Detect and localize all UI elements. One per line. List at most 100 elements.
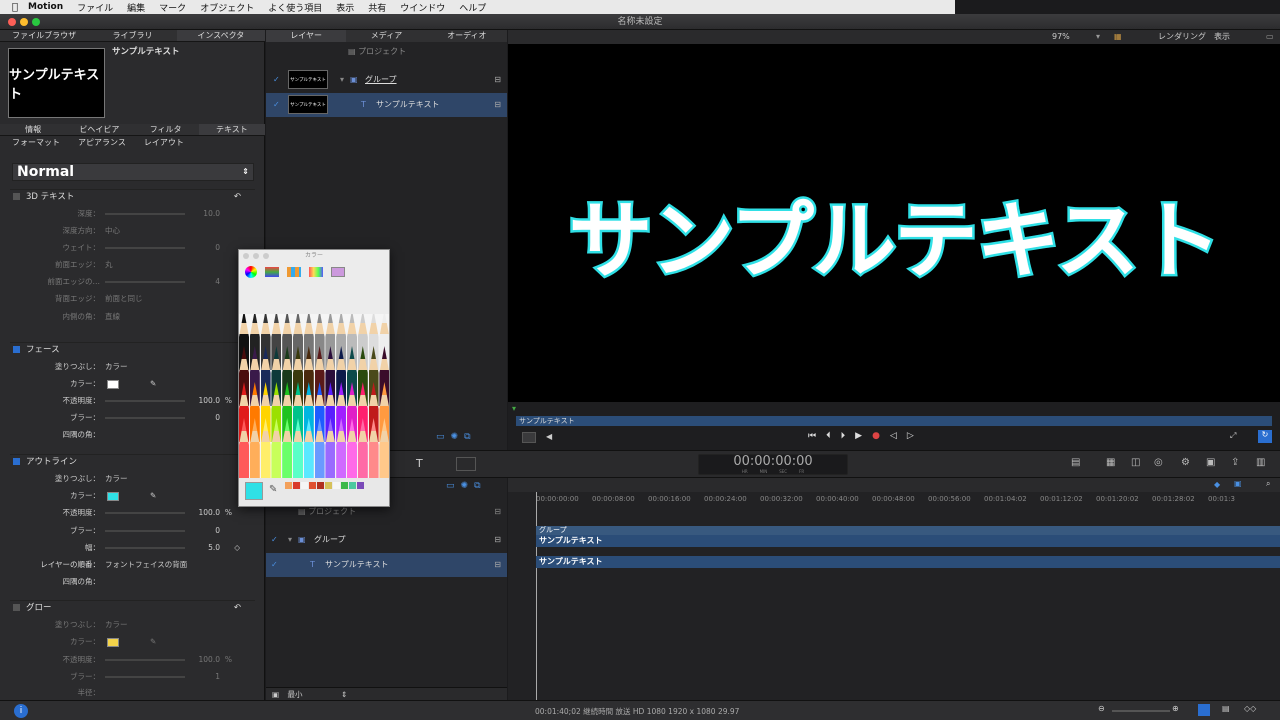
crayon-pencils[interactable] bbox=[239, 314, 389, 478]
lock-icon[interactable]: ⊟ bbox=[494, 68, 501, 92]
face-fill-value[interactable]: カラー bbox=[105, 360, 128, 374]
menu-edit[interactable]: 編集 bbox=[127, 1, 145, 14]
outline-opacity-value[interactable]: 100.0 bbox=[199, 506, 220, 520]
face-color-well[interactable] bbox=[107, 380, 119, 389]
tab-info[interactable]: 情報 bbox=[0, 124, 66, 135]
lock-icon[interactable]: ⊟ bbox=[494, 553, 501, 577]
eyedropper-icon[interactable]: ✎ bbox=[150, 489, 156, 503]
canvas-viewer[interactable]: サンプルテキスト bbox=[508, 44, 1280, 402]
color-palettes-icon[interactable] bbox=[287, 267, 301, 277]
glow-blur-slider[interactable] bbox=[105, 676, 185, 678]
glow-enable-checkbox[interactable] bbox=[13, 604, 20, 611]
info-icon[interactable]: i bbox=[14, 704, 28, 718]
disclosure-triangle-icon[interactable]: ▾ bbox=[288, 528, 292, 552]
keyframe-nav-icon[interactable]: ◆ bbox=[1214, 480, 1220, 489]
go-to-start-icon[interactable]: ⏮ bbox=[808, 431, 816, 441]
timeline-row-text[interactable]: ✓ T サンプルテキスト ⊟ bbox=[266, 553, 507, 577]
canvas-text[interactable]: サンプルテキスト bbox=[508, 174, 1280, 295]
outline-enable-checkbox[interactable] bbox=[13, 458, 20, 465]
filter-icon[interactable]: ✺ bbox=[461, 481, 469, 491]
text-tool-icon[interactable]: T bbox=[416, 457, 423, 470]
app-menu[interactable]: Motion bbox=[28, 2, 63, 12]
view-menu[interactable]: 表示 bbox=[1214, 30, 1230, 44]
section-glow[interactable]: グロー ↶ bbox=[10, 600, 255, 614]
front-edge-size-slider[interactable] bbox=[105, 281, 185, 283]
direction-value[interactable]: 中心 bbox=[105, 224, 120, 238]
share-icon[interactable]: ⇪ bbox=[1231, 457, 1239, 468]
back-edge-value[interactable]: 前面と同じ bbox=[105, 292, 143, 306]
glow-color-well[interactable] bbox=[107, 638, 119, 647]
next-keyframe-icon[interactable]: ▷ bbox=[907, 431, 914, 441]
filter-icon[interactable]: ✺ bbox=[451, 432, 459, 442]
image-palettes-icon[interactable] bbox=[309, 267, 323, 277]
prev-keyframe-icon[interactable]: ◁ bbox=[890, 431, 897, 441]
outline-width-value[interactable]: 5.0 bbox=[208, 541, 220, 555]
replicate-icon[interactable]: ◎ bbox=[1154, 457, 1163, 468]
menu-mark[interactable]: マーク bbox=[159, 1, 186, 14]
project-row[interactable]: ▤ プロジェクト bbox=[266, 44, 507, 60]
menu-file[interactable]: ファイル bbox=[77, 1, 113, 14]
in-point-icon[interactable]: ▾ bbox=[512, 404, 516, 413]
new-group-icon[interactable]: ▭ bbox=[436, 432, 445, 442]
face-blur-slider[interactable] bbox=[105, 417, 185, 419]
subtab-layout[interactable]: レイアウト bbox=[144, 137, 184, 149]
tab-layers[interactable]: レイヤー bbox=[266, 30, 347, 42]
visibility-checkbox[interactable]: ✓ bbox=[273, 93, 280, 117]
prev-frame-icon[interactable]: ⏴ bbox=[826, 431, 831, 441]
tab-file-browser[interactable]: ファイルブラウザ bbox=[0, 30, 88, 41]
weight-slider[interactable] bbox=[105, 247, 185, 249]
record-icon[interactable]: ● bbox=[872, 431, 880, 441]
text-layer-label[interactable]: サンプルテキスト bbox=[376, 93, 440, 117]
tab-filters[interactable]: フィルタ bbox=[133, 124, 199, 135]
color-wheel-icon[interactable] bbox=[245, 266, 257, 278]
face-blur-value[interactable]: 0 bbox=[215, 411, 220, 425]
view-layout-icon[interactable]: ▭ bbox=[1266, 30, 1274, 44]
subtab-format[interactable]: フォーマット bbox=[12, 137, 60, 149]
hud-icon[interactable]: ▥ bbox=[1256, 457, 1265, 468]
zoom-slider[interactable] bbox=[1112, 710, 1170, 712]
timeline-options-icon[interactable]: ▣ bbox=[1234, 479, 1242, 488]
outline-blur-value[interactable]: 0 bbox=[215, 524, 220, 538]
timecode-display[interactable]: 00:00:00:00 HR MIN SEC FR bbox=[698, 454, 848, 475]
tab-behaviors[interactable]: ビヘイビア bbox=[66, 124, 132, 135]
camera-icon[interactable]: ▤ bbox=[1071, 457, 1080, 468]
menu-help[interactable]: ヘルプ bbox=[459, 1, 486, 14]
duplicate-icon[interactable]: ⧉ bbox=[464, 432, 470, 442]
mask-tool-icon[interactable] bbox=[456, 457, 476, 471]
eyedropper-icon[interactable]: ✎ bbox=[150, 635, 156, 649]
playhead[interactable] bbox=[536, 492, 537, 700]
generator-icon[interactable]: ▦ bbox=[1106, 457, 1115, 468]
depth-slider[interactable] bbox=[105, 213, 185, 215]
fullscreen-icon[interactable]: ⤢ bbox=[1230, 431, 1236, 441]
apple-menu-icon[interactable]:  bbox=[12, 2, 18, 13]
time-ruler[interactable]: 00:00:00:00 00:00:08:00 00:00:16:00 00:00:2… bbox=[508, 495, 1280, 507]
visibility-checkbox[interactable]: ✓ bbox=[271, 528, 278, 552]
keyframe-editor-icon[interactable]: ◇◇ bbox=[1244, 704, 1256, 713]
favorite-swatches[interactable] bbox=[285, 482, 364, 489]
volume-icon[interactable]: ◀ bbox=[546, 432, 552, 441]
colors-window[interactable]: カラー ✎ bbox=[238, 249, 390, 507]
tab-inspector[interactable]: インスペクタ bbox=[176, 30, 265, 41]
layer-row-text[interactable]: ✓ サンプルテキスト T サンプルテキスト ⊟ bbox=[266, 93, 507, 117]
menu-favorites[interactable]: よく使う項目 bbox=[268, 1, 322, 14]
glow-opacity-value[interactable]: 100.0 bbox=[199, 653, 220, 667]
reset-icon[interactable]: ↶ bbox=[234, 601, 241, 615]
menu-object[interactable]: オブジェクト bbox=[200, 1, 254, 14]
inner-corner-value[interactable]: 直線 bbox=[105, 310, 120, 324]
close-window-button[interactable] bbox=[243, 253, 249, 259]
menu-window[interactable]: ウインドウ bbox=[400, 1, 445, 14]
loop-playback-icon[interactable]: ↻ bbox=[1258, 430, 1272, 443]
group-label[interactable]: グループ bbox=[365, 68, 397, 92]
tab-text[interactable]: テキスト bbox=[198, 124, 265, 135]
tab-media[interactable]: メディア bbox=[346, 30, 426, 42]
timeline-group-bar[interactable]: グループ bbox=[536, 526, 1280, 535]
color-sliders-icon[interactable] bbox=[265, 267, 279, 277]
mini-track-bar[interactable]: サンプルテキスト bbox=[516, 416, 1272, 426]
group-label[interactable]: グループ bbox=[314, 528, 346, 552]
menu-view[interactable]: 表示 bbox=[336, 1, 354, 14]
outline-opacity-slider[interactable] bbox=[105, 512, 185, 514]
eyedropper-icon[interactable]: ✎ bbox=[269, 484, 277, 495]
render-menu[interactable]: レンダリング bbox=[1158, 30, 1206, 44]
section-outline[interactable]: アウトライン bbox=[10, 454, 255, 468]
section-3d-text[interactable]: 3D テキスト ↶ bbox=[10, 189, 255, 203]
